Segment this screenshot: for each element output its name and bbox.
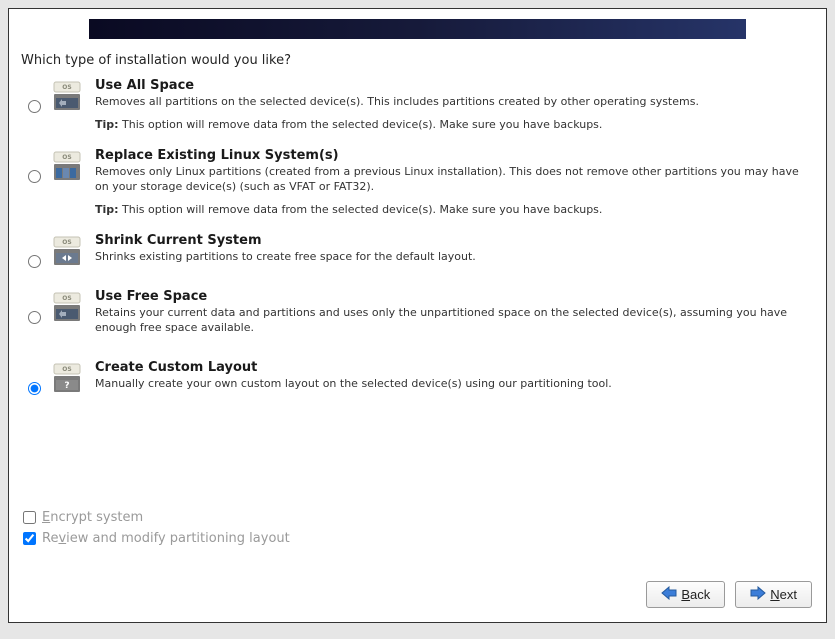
svg-text:?: ?: [64, 381, 69, 391]
option-title: Use Free Space: [95, 289, 814, 304]
next-button[interactable]: Next: [735, 581, 812, 608]
option-radio[interactable]: [28, 382, 41, 395]
option-tip: Tip: This option will remove data from t…: [95, 118, 814, 132]
svg-text:OS: OS: [62, 366, 71, 373]
option-icon: OS: [47, 76, 87, 112]
svg-text:OS: OS: [62, 239, 71, 246]
option-description: Retains your current data and partitions…: [95, 306, 814, 336]
option-radio[interactable]: [28, 100, 41, 113]
option-free-space[interactable]: OS Use Free Space Retains your current dat…: [21, 287, 814, 344]
option-icon: OS: [47, 146, 87, 182]
option-radio[interactable]: [28, 255, 41, 268]
header-banner: [89, 19, 746, 39]
option-icon: OS: [47, 231, 87, 267]
extra-options: Encrypt system Review and modify partiti…: [23, 510, 290, 552]
svg-text:OS: OS: [62, 154, 71, 161]
arrow-left-icon: [661, 586, 677, 603]
option-description: Manually create your own custom layout o…: [95, 377, 814, 392]
encrypt-checkbox-input[interactable]: [23, 511, 36, 524]
option-description: Removes all partitions on the selected d…: [95, 95, 814, 110]
option-icon: OS?: [47, 358, 87, 394]
option-title: Shrink Current System: [95, 233, 814, 248]
installation-options: OS Use All Space Removes all partitions on…: [9, 76, 826, 400]
back-button[interactable]: Back: [646, 581, 725, 608]
arrow-right-icon: [750, 586, 766, 603]
svg-text:OS: OS: [62, 295, 71, 302]
option-description: Shrinks existing partitions to create fr…: [95, 250, 814, 265]
option-description: Removes only Linux partitions (created f…: [95, 165, 814, 195]
option-title: Create Custom Layout: [95, 360, 814, 375]
option-tip: Tip: This option will remove data from t…: [95, 203, 814, 217]
option-custom[interactable]: OS? Create Custom Layout Manually create y…: [21, 358, 814, 400]
review-checkbox-input[interactable]: [23, 532, 36, 545]
option-title: Replace Existing Linux System(s): [95, 148, 814, 163]
svg-text:OS: OS: [62, 84, 71, 91]
option-title: Use All Space: [95, 78, 814, 93]
option-radio[interactable]: [28, 170, 41, 183]
option-radio[interactable]: [28, 311, 41, 324]
installer-window: Which type of installation would you lik…: [8, 8, 827, 623]
option-shrink[interactable]: OS Shrink Current System Shrinks existing …: [21, 231, 814, 273]
review-layout-checkbox[interactable]: Review and modify partitioning layout: [23, 531, 290, 546]
installation-prompt: Which type of installation would you lik…: [9, 49, 826, 76]
nav-buttons: Back Next: [646, 581, 812, 608]
option-replace[interactable]: OS Replace Existing Linux System(s) Remove…: [21, 146, 814, 217]
option-use-all[interactable]: OS Use All Space Removes all partitions on…: [21, 76, 814, 132]
encrypt-system-checkbox[interactable]: Encrypt system: [23, 510, 290, 525]
option-icon: OS: [47, 287, 87, 323]
